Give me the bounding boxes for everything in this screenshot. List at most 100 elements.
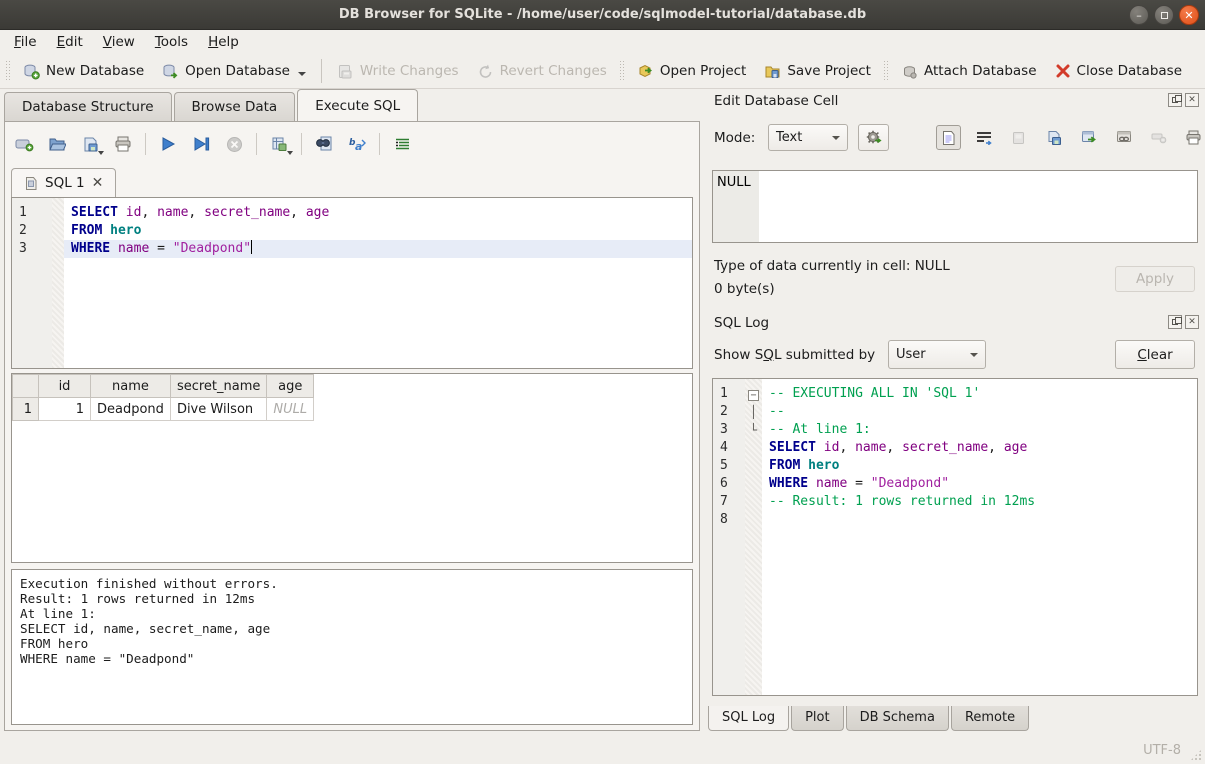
sql-document-tab[interactable]: SQL 1 ✕	[11, 168, 116, 197]
tab-db-schema[interactable]: DB Schema	[846, 706, 949, 731]
revert-changes-button: Revert Changes	[468, 58, 616, 85]
open-project-button[interactable]: Open Project	[628, 58, 756, 85]
fold-margin[interactable]: −│└	[745, 379, 762, 695]
tab-browse-data[interactable]: Browse Data	[174, 92, 296, 122]
log-filter-select[interactable]: User	[888, 340, 986, 369]
gear-button[interactable]	[858, 124, 889, 151]
save-project-button[interactable]: Save Project	[755, 58, 880, 85]
save-project-icon	[764, 63, 781, 80]
row-header[interactable]: 1	[13, 398, 39, 421]
table-cell[interactable]: NULL	[267, 398, 314, 421]
sql-log-editor[interactable]: 12345678 −│└ -- EXECUTING ALL IN 'SQL 1'…	[713, 379, 1197, 695]
right-dock: Edit Database Cell ✕ Mode: Text NULL Typ…	[706, 89, 1205, 735]
mode-value: Text	[776, 130, 802, 145]
word-wrap-icon[interactable]	[971, 125, 996, 150]
log-filter-value: User	[896, 347, 926, 362]
toolbar-handle[interactable]	[883, 60, 889, 82]
table-cell[interactable]: Deadpond	[91, 398, 171, 421]
chevron-down-icon[interactable]	[287, 151, 293, 155]
revert-changes-icon	[477, 63, 494, 80]
save-sql-file-icon[interactable]	[79, 133, 101, 155]
maximize-icon[interactable]	[1154, 5, 1174, 25]
close-tab-icon[interactable]: ✕	[92, 175, 104, 191]
document-view-icon[interactable]	[936, 125, 961, 150]
corner-header[interactable]	[13, 375, 39, 398]
close-icon[interactable]: ✕	[1179, 5, 1199, 25]
chevron-down-icon	[970, 353, 978, 357]
float-icon[interactable]	[1168, 315, 1182, 329]
tab-execute-sql[interactable]: Execute SQL	[297, 89, 418, 123]
sql-editor[interactable]: 123 SELECT id, name, secret_name, ageFRO…	[12, 198, 692, 368]
new-sql-tab-icon[interactable]	[13, 133, 35, 155]
sql-code[interactable]: SELECT id, name, secret_name, ageFROM he…	[64, 198, 692, 368]
window-controls: – ✕	[1129, 5, 1199, 25]
sql-log-title: SQL Log	[714, 315, 769, 331]
print-icon[interactable]	[1181, 125, 1205, 150]
fold-margin	[52, 198, 64, 368]
tab-database-structure[interactable]: Database Structure	[4, 92, 172, 122]
mode-select[interactable]: Text	[768, 124, 848, 151]
close-icon[interactable]: ✕	[1185, 93, 1199, 107]
close-icon[interactable]: ✕	[1185, 315, 1199, 329]
open-sql-file-icon[interactable]	[46, 133, 68, 155]
menu-help[interactable]: Help	[198, 31, 249, 53]
open-database-button[interactable]: Open Database	[153, 58, 315, 85]
edit-cell-dock-buttons: ✕	[1168, 93, 1199, 107]
tab-plot[interactable]: Plot	[791, 706, 844, 731]
column-header[interactable]: name	[91, 375, 171, 398]
column-header[interactable]: id	[39, 375, 91, 398]
table-cell[interactable]: Dive Wilson	[170, 398, 266, 421]
column-header[interactable]: age	[267, 375, 314, 398]
cell-type-info: Type of data currently in cell: NULL	[714, 258, 950, 274]
menu-view[interactable]: View	[93, 31, 145, 53]
toolbar-separator	[256, 133, 257, 155]
open-project-icon	[637, 63, 654, 80]
title-bar: DB Browser for SQLite - /home/user/code/…	[0, 0, 1205, 30]
clear-log-button[interactable]: Clear	[1115, 340, 1195, 369]
menu-tools[interactable]: Tools	[145, 31, 198, 53]
save-results-icon[interactable]	[268, 133, 290, 155]
execute-line-icon[interactable]	[190, 133, 212, 155]
line-numbers: 12345678	[713, 379, 745, 695]
tab-remote[interactable]: Remote	[951, 706, 1029, 731]
new-database-button[interactable]: New Database	[14, 58, 153, 85]
menu-edit[interactable]: Edit	[47, 31, 93, 53]
menu-file[interactable]: File	[4, 31, 47, 53]
mode-label: Mode:	[714, 130, 755, 146]
attach-database-button[interactable]: Attach Database	[892, 58, 1046, 85]
indent-icon[interactable]	[391, 133, 413, 155]
chevron-down-icon[interactable]	[298, 72, 306, 76]
chevron-down-icon[interactable]	[98, 151, 104, 155]
results-table[interactable]: idnamesecret_nameage11DeadpondDive Wilso…	[12, 374, 314, 421]
autocomplete-icon[interactable]: ba	[346, 133, 368, 155]
link-icon[interactable]	[1111, 125, 1136, 150]
close-database-button[interactable]: Close Database	[1046, 58, 1191, 84]
column-header[interactable]: secret_name	[170, 375, 266, 398]
table-row: 11DeadpondDive WilsonNULL	[13, 398, 314, 421]
cell-value-editor[interactable]: NULL	[712, 170, 1198, 243]
write-changes-button: Write Changes	[328, 58, 468, 85]
toolbar-separator	[379, 133, 380, 155]
tab-sql-log[interactable]: SQL Log	[708, 706, 789, 731]
log-code[interactable]: -- EXECUTING ALL IN 'SQL 1'---- At line …	[762, 379, 1197, 695]
resize-grip-icon[interactable]	[1190, 749, 1202, 761]
cell-value: NULL	[717, 175, 751, 190]
set-null-icon	[1146, 125, 1171, 150]
minimize-icon[interactable]: –	[1129, 5, 1149, 25]
execute-all-icon[interactable]	[157, 133, 179, 155]
open-external-icon[interactable]	[1076, 125, 1101, 150]
import-icon	[1006, 125, 1031, 150]
edit-cell-title: Edit Database Cell	[714, 93, 838, 109]
float-icon[interactable]	[1168, 93, 1182, 107]
toolbar-handle[interactable]	[5, 60, 11, 82]
dock-tab-bar: SQL Log Plot DB Schema Remote	[708, 706, 1029, 731]
toolbar-handle[interactable]	[619, 60, 625, 82]
table-cell[interactable]: 1	[39, 398, 91, 421]
find-replace-icon[interactable]	[313, 133, 335, 155]
export-icon[interactable]	[1041, 125, 1066, 150]
window-title: DB Browser for SQLite - /home/user/code/…	[339, 7, 866, 22]
cell-size-info: 0 byte(s)	[714, 281, 775, 297]
print-icon[interactable]	[112, 133, 134, 155]
apply-button: Apply	[1115, 266, 1195, 292]
menu-bar: File Edit View Tools Help	[0, 30, 1205, 54]
